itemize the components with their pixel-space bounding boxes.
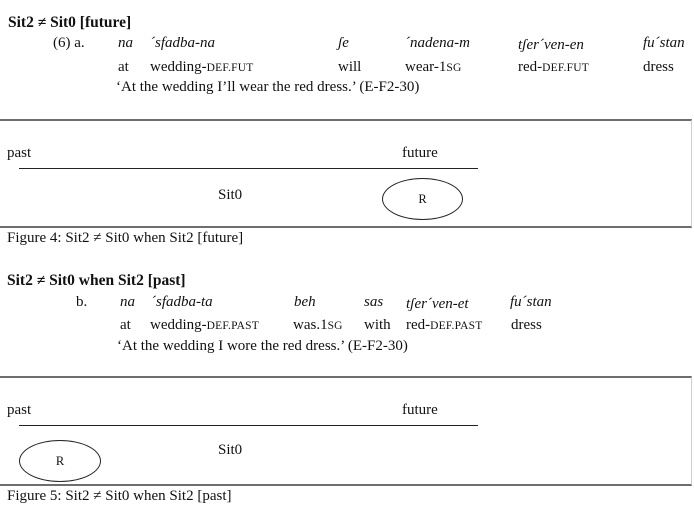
gloss-small-caps: DEF.FUT	[542, 62, 589, 74]
gloss-text: with	[364, 317, 391, 333]
gloss-text: will	[338, 59, 362, 75]
sit0-label: Sit0	[218, 187, 243, 203]
gloss-word: will	[338, 59, 361, 76]
gloss-word: dress	[643, 59, 674, 76]
original-word: beh	[294, 294, 316, 310]
gloss-word: wear-1SG	[405, 59, 461, 76]
original-word: tʃer´ven-en	[518, 37, 584, 53]
original-word: na	[120, 294, 135, 310]
figure-5-caption: Figure 5: Sit2 ≠ Sit0 when Sit2 [past]	[7, 488, 232, 504]
gloss-text: dress	[511, 317, 542, 333]
original-word: sas	[364, 294, 384, 310]
translation-6a: ‘At the wedding I’ll wear the red dress.…	[116, 79, 420, 95]
r-label: R	[55, 453, 65, 468]
example-label-b: b.	[76, 294, 88, 310]
past-label: past	[7, 402, 32, 418]
original-word: na	[118, 35, 133, 51]
gloss-text: was.1	[293, 317, 328, 333]
original-word: ʃe	[338, 35, 349, 51]
gloss-word: wedding-DEF.PAST	[150, 317, 259, 334]
gloss-small-caps: SG	[446, 62, 462, 74]
gloss-text: red-	[406, 317, 431, 333]
gloss-word: was.1SG	[293, 317, 343, 334]
gloss-text: wear-1	[405, 59, 447, 75]
r-ellipse: R	[382, 178, 463, 220]
gloss-text: at	[120, 317, 131, 333]
original-word: fu´stan	[510, 294, 552, 310]
future-label: future	[402, 402, 438, 418]
gloss-word: wedding-DEF.FUT	[150, 59, 253, 76]
figure-5-box: past future Sit0 R	[0, 376, 692, 486]
gloss-word: with	[364, 317, 391, 334]
figure-4-box: past future Sit0 R	[0, 119, 692, 228]
sit0-label: Sit0	[218, 442, 243, 458]
gloss-word: red-DEF.FUT	[518, 59, 589, 76]
gloss-text: at	[118, 59, 129, 75]
figure-4-caption: Figure 4: Sit2 ≠ Sit0 when Sit2 [future]	[7, 230, 244, 246]
gloss-small-caps: SG	[327, 320, 343, 332]
past-label: past	[7, 145, 32, 161]
translation-b: ‘At the wedding I wore the red dress.’ (…	[117, 338, 408, 354]
timeline-line	[19, 425, 478, 426]
example-label-6a: (6) a.	[53, 35, 85, 51]
original-word: ´sfadba-ta	[151, 294, 213, 310]
gloss-small-caps: DEF.FUT	[206, 62, 254, 74]
future-label: future	[402, 145, 438, 161]
timeline-line	[19, 168, 478, 169]
section-heading-past: Sit2 ≠ Sit0 when Sit2 [past]	[7, 272, 186, 289]
r-label: R	[418, 191, 427, 206]
gloss-word: dress	[511, 317, 542, 334]
r-ellipse: R	[19, 440, 101, 482]
gloss-text: red-	[518, 59, 543, 75]
section-heading-future: Sit2 ≠ Sit0 [future]	[8, 14, 132, 31]
gloss-word: red-DEF.PAST	[406, 317, 483, 334]
original-word: fu´stan	[643, 35, 685, 51]
gloss-word: at	[118, 59, 129, 76]
gloss-text: wedding-	[150, 317, 207, 333]
original-word: ´nadena-m	[405, 35, 470, 51]
gloss-text: dress	[643, 59, 674, 75]
gloss-word: at	[120, 317, 131, 334]
gloss-small-caps: DEF.PAST	[206, 320, 260, 332]
gloss-small-caps: DEF.PAST	[430, 320, 483, 332]
gloss-text: wedding-	[150, 59, 207, 75]
original-word: tʃer´ven-et	[406, 296, 469, 312]
original-word: ´sfadba-na	[150, 35, 215, 51]
